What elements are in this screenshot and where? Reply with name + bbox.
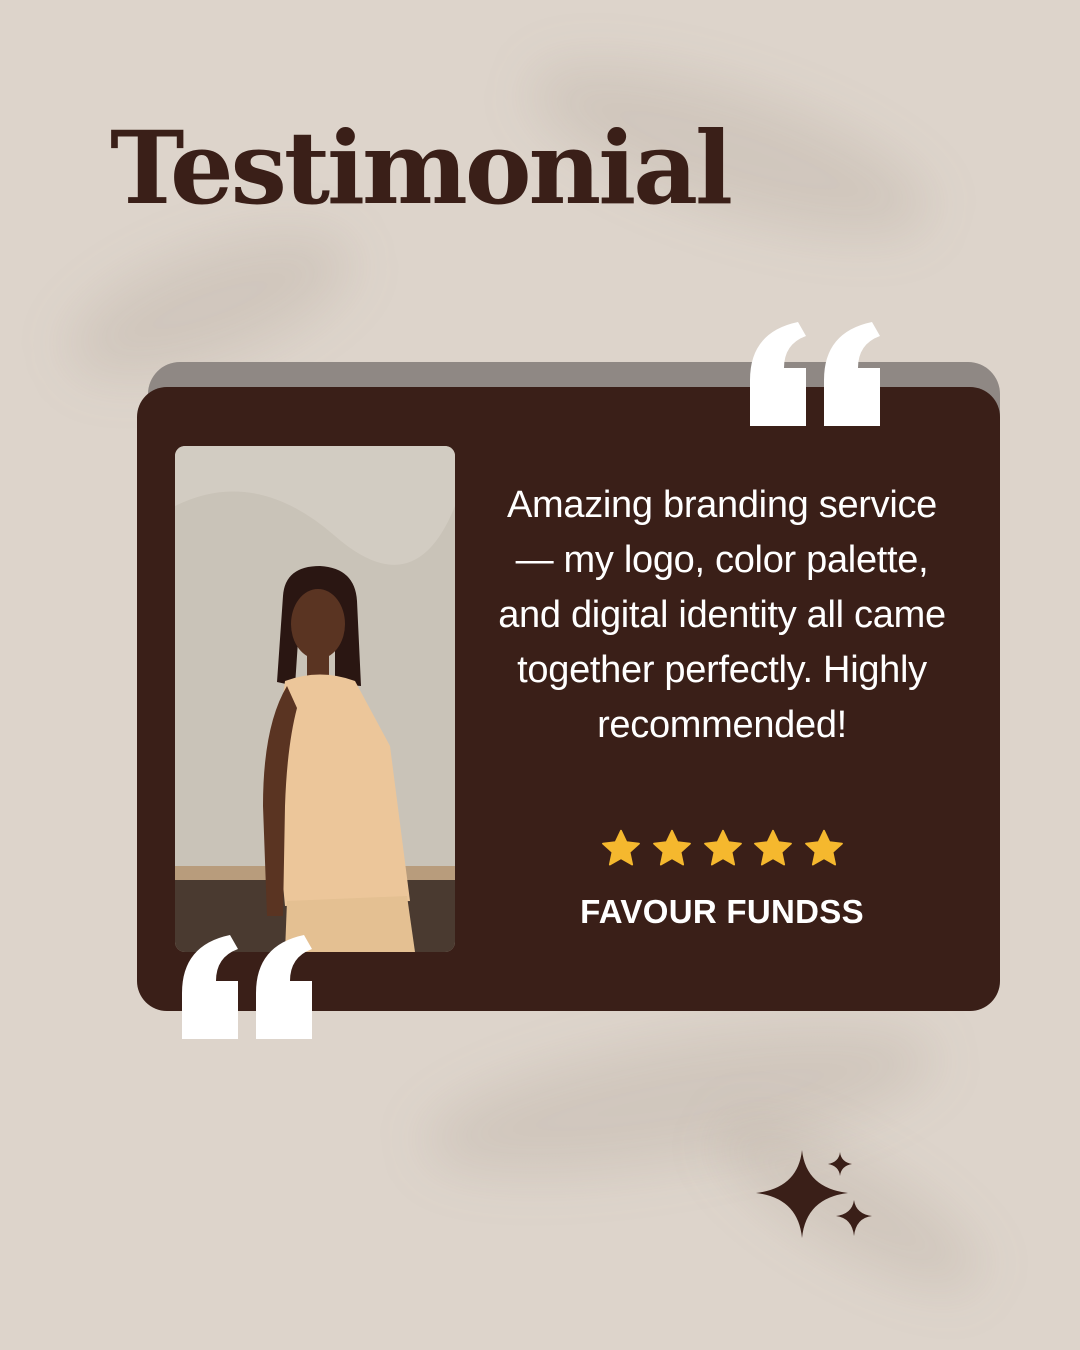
page-title: Testimonial: [110, 109, 733, 227]
quote-icon: [182, 935, 312, 1039]
star-icon: [602, 829, 640, 866]
testimonial-author: FAVOUR FUNDSS: [580, 893, 864, 930]
quote-icon: [750, 322, 880, 426]
star-icon: [652, 829, 691, 866]
star-icon: [805, 829, 843, 866]
testimonial-quote: Amazing branding service — my logo, colo…: [498, 484, 946, 746]
sparkle-icon: [756, 1150, 872, 1238]
customer-photo: [175, 446, 455, 952]
star-icon: [754, 829, 793, 866]
rating-stars: [600, 828, 845, 872]
star-icon: [703, 829, 742, 866]
